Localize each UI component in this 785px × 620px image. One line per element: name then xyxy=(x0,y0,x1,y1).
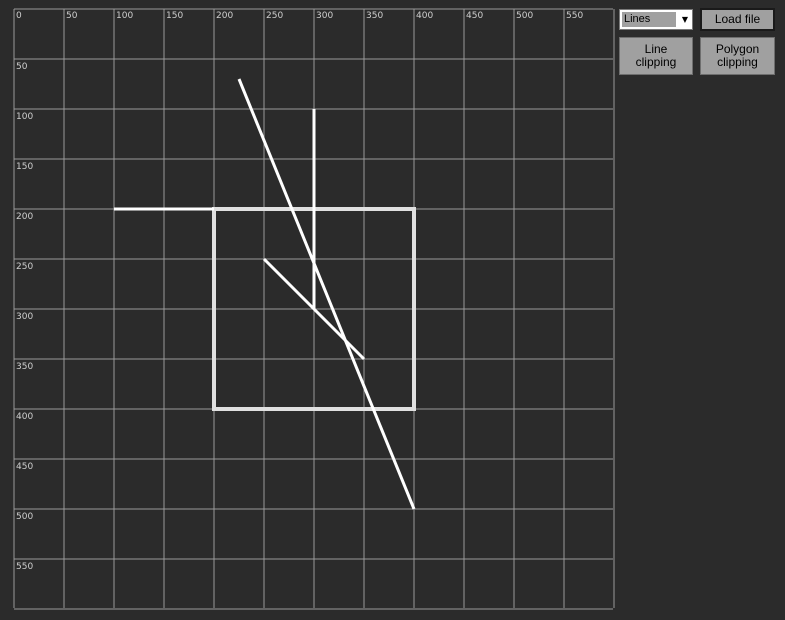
line-clipping-button[interactable]: Line clipping xyxy=(619,37,693,75)
polygon-clipping-button[interactable]: Polygon clipping xyxy=(700,37,775,75)
x-tick-label: 300 xyxy=(316,11,333,21)
y-tick-label: 50 xyxy=(16,62,28,72)
x-tick-label: 500 xyxy=(516,11,533,21)
drawing-canvas[interactable]: 0 50 100 150 200 250 300 350 400 450 500 550 50 100 15… xyxy=(0,0,785,620)
mode-select-value: Lines xyxy=(622,12,676,27)
y-tick-label: 350 xyxy=(16,362,33,372)
y-tick-label: 400 xyxy=(16,412,33,422)
y-tick-label: 550 xyxy=(16,562,33,572)
y-tick-label: 100 xyxy=(16,112,33,122)
x-tick-label: 400 xyxy=(416,11,433,21)
y-tick-label: 250 xyxy=(16,262,33,272)
load-file-button[interactable]: Load file xyxy=(700,8,775,31)
x-tick-label: 50 xyxy=(66,11,78,21)
mode-select[interactable]: Lines ▼ xyxy=(619,9,693,30)
tick-labels: 0 50 100 150 200 250 300 350 400 450 500 550 50 100 15… xyxy=(16,11,583,572)
x-tick-label: 0 xyxy=(16,11,22,21)
y-tick-label: 300 xyxy=(16,312,33,322)
x-tick-label: 450 xyxy=(466,11,483,21)
x-tick-label: 350 xyxy=(366,11,383,21)
x-tick-label: 250 xyxy=(266,11,283,21)
line-segment xyxy=(237,78,416,510)
y-tick-label: 200 xyxy=(16,212,33,222)
chevron-down-icon[interactable]: ▼ xyxy=(678,11,692,28)
x-tick-label: 550 xyxy=(566,11,583,21)
x-tick-label: 100 xyxy=(116,11,133,21)
y-tick-label: 500 xyxy=(16,512,33,522)
x-tick-label: 150 xyxy=(166,11,183,21)
y-tick-label: 450 xyxy=(16,462,33,472)
x-tick-label: 200 xyxy=(216,11,233,21)
y-tick-label: 150 xyxy=(16,162,33,172)
